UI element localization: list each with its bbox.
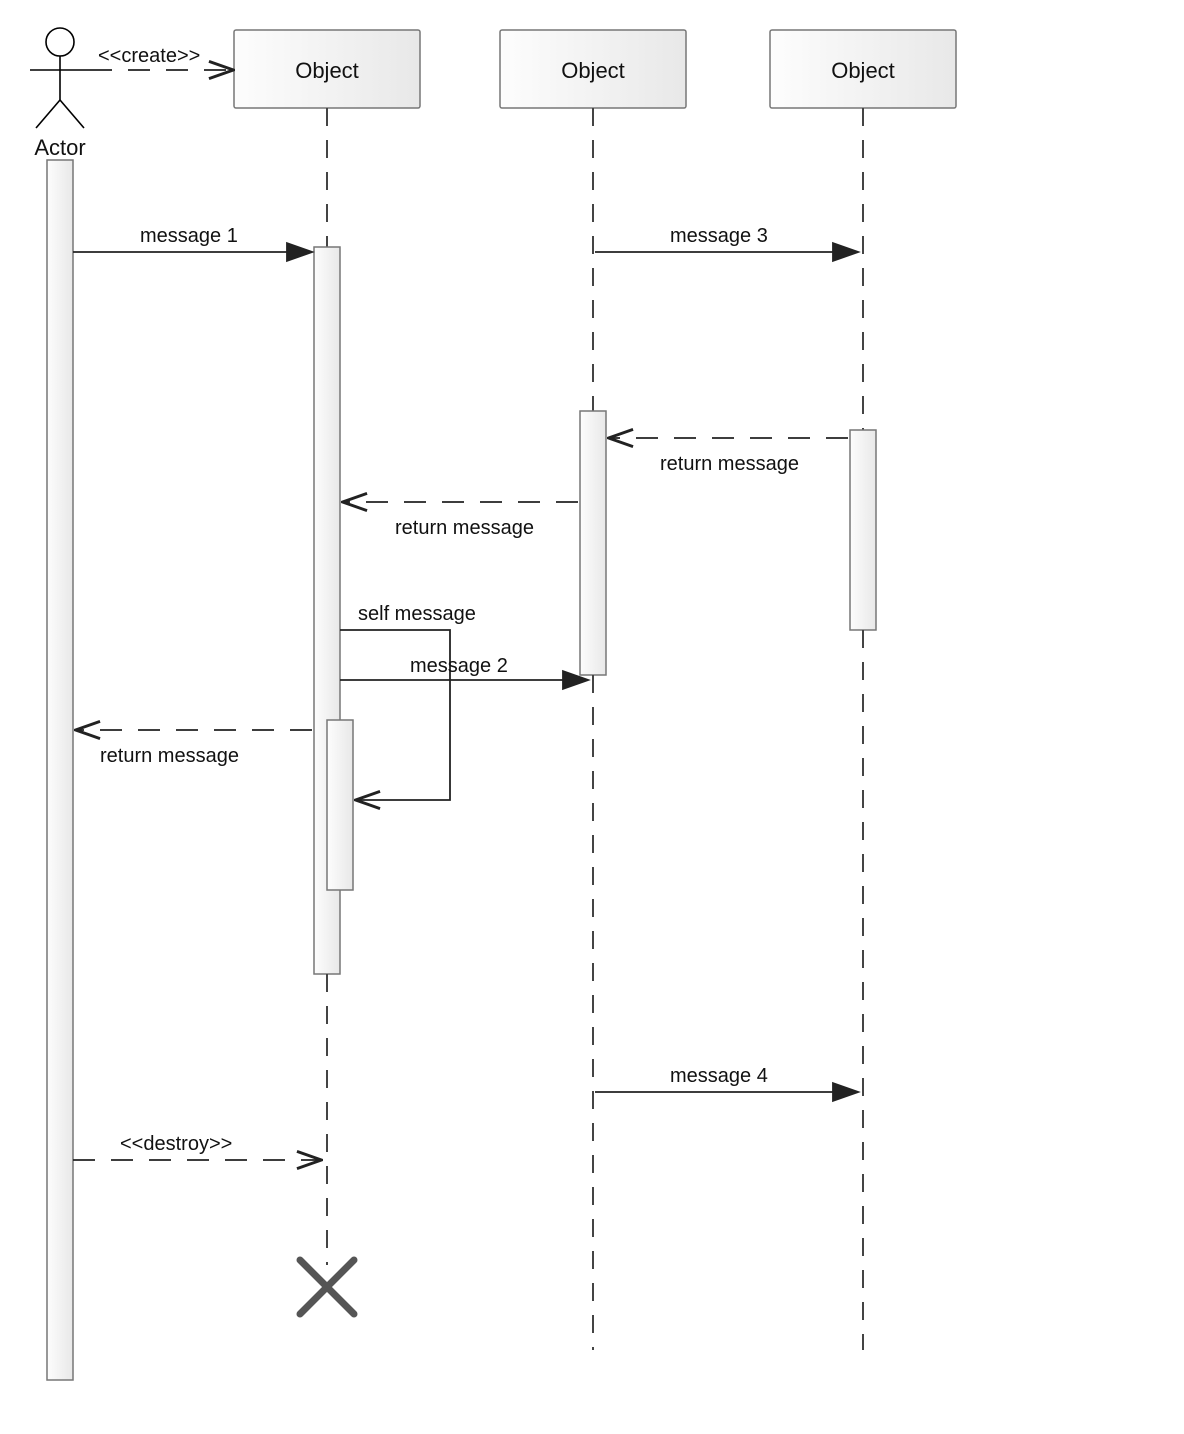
object3-activation: [850, 430, 876, 630]
object2-label: Object: [561, 58, 625, 83]
object3-participant: Object: [770, 30, 956, 108]
actor-label: Actor: [34, 135, 85, 160]
destroy-icon: [300, 1260, 354, 1314]
message1-label: message 1: [140, 225, 238, 247]
destroy-message-label: <<destroy>>: [120, 1133, 232, 1155]
message4-label: message 4: [670, 1065, 768, 1087]
create-message-label: <<create>>: [98, 45, 200, 67]
return-32-label: return message: [660, 453, 799, 475]
object1-label: Object: [295, 58, 359, 83]
object2-activation: [580, 411, 606, 675]
return-1a-label: return message: [100, 745, 239, 767]
message2-label: message 2: [410, 655, 508, 677]
return-21-label: return message: [395, 517, 534, 539]
object3-label: Object: [831, 58, 895, 83]
object2-participant: Object: [500, 30, 686, 108]
object1-nested-activation: [327, 720, 353, 890]
actor-activation: [47, 160, 73, 1380]
self-message-label: self message: [358, 603, 476, 625]
actor-participant: Actor: [30, 28, 90, 160]
object1-participant: Object: [234, 30, 420, 108]
message3-label: message 3: [670, 225, 768, 247]
